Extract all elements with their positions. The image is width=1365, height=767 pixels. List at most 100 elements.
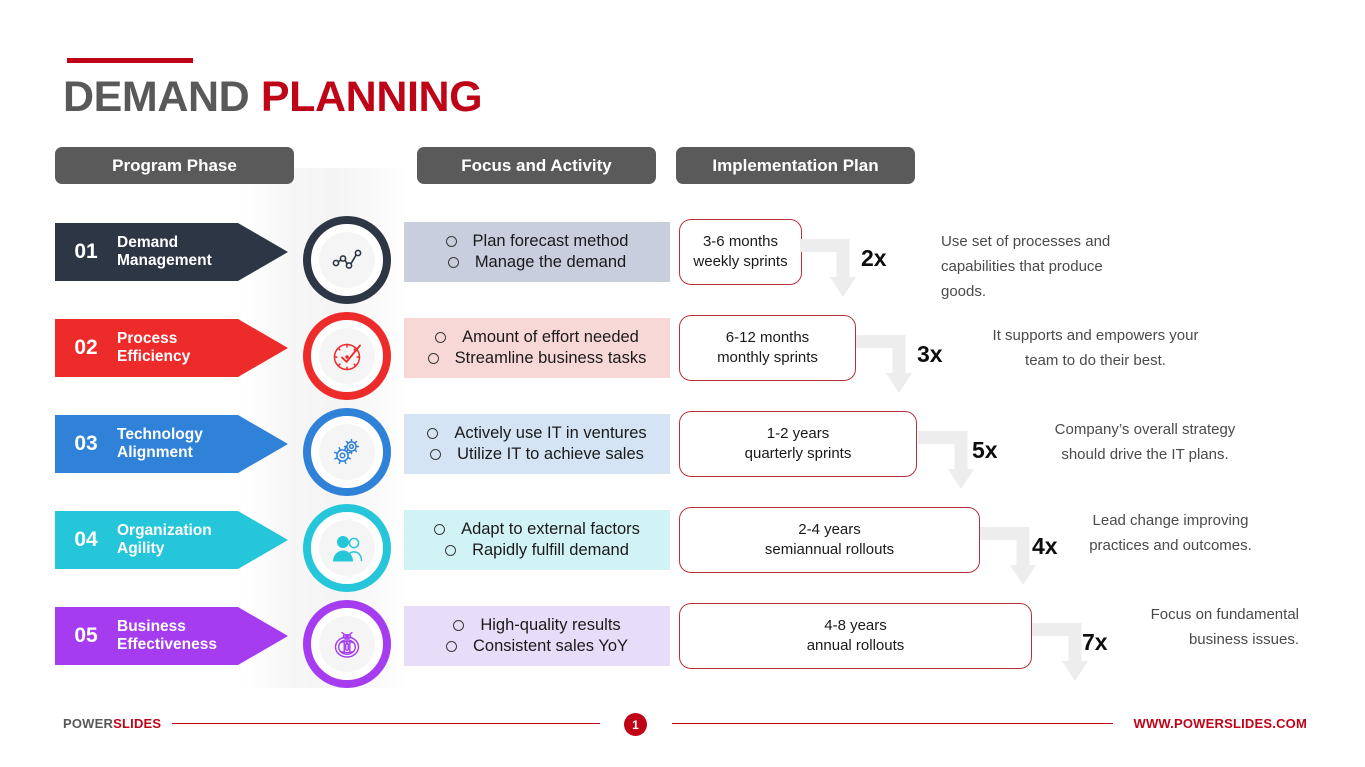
flow-elbow-arrow-icon (856, 335, 918, 393)
stopwatch-badge-icon-ring[interactable] (303, 600, 391, 688)
flow-elbow-arrow-icon (800, 239, 862, 297)
phase-number: 05 (74, 624, 98, 647)
phase-row: 04 Organization Agility Adapt to externa… (0, 493, 1365, 592)
multiplier-value: 3x (917, 341, 943, 367)
focus-bullet-item: Utilize IT to achieve sales (430, 445, 644, 464)
footer-logo: POWERSLIDES (63, 716, 161, 731)
gears-icon (319, 424, 375, 480)
focus-activity-box: Amount of effort needed Streamline busin… (404, 318, 670, 378)
bullet-circle-icon (453, 620, 465, 631)
phase-chevron-03[interactable]: 03 Technology Alignment (55, 415, 288, 473)
implementation-duration: 1-2 years (766, 425, 830, 442)
focus-bullet-item: Streamline business tasks (427, 349, 647, 368)
bullet-circle-icon (435, 332, 447, 343)
phase-label-line2: Agility (117, 540, 165, 557)
focus-bullet-item: Manage the demand (447, 253, 627, 272)
phase-chevron-05[interactable]: 05 Business Effectiveness (55, 607, 288, 665)
focus-bullet-item: Actively use IT in ventures (427, 424, 647, 443)
column-header-focus-activity: Focus and Activity (417, 147, 656, 184)
line-chart-icon-ring[interactable] (303, 216, 391, 304)
focus-bullet-label: Consistent sales YoY (472, 637, 629, 655)
multiplier-value: 7x (1082, 629, 1108, 655)
phase-label-line1: Process (117, 330, 178, 347)
focus-bullet-item: Adapt to external factors (434, 520, 640, 539)
phase-label-line1: Organization (117, 522, 212, 539)
focus-bullet-label: Amount of effort needed (462, 328, 639, 346)
focus-bullet-label: Actively use IT in ventures (454, 424, 647, 442)
gears-icon-ring[interactable] (303, 408, 391, 496)
bullet-circle-icon (434, 524, 446, 535)
focus-bullet-label: Utilize IT to achieve sales (457, 445, 644, 463)
phase-note: Focus on fundamental business issues. (1150, 606, 1299, 648)
footer-rule-left (172, 723, 600, 725)
focus-bullet-item: High-quality results (453, 616, 621, 635)
phase-number: 01 (74, 240, 98, 263)
column-header-implementation-plan: Implementation Plan (676, 147, 915, 184)
phase-number: 02 (74, 336, 98, 359)
footer-logo-part2: SLIDES (113, 716, 162, 731)
phase-row: 05 Business Effectiveness High-quality r… (0, 589, 1365, 688)
bullet-circle-icon (445, 236, 457, 247)
stopwatch-badge-icon (319, 616, 375, 672)
phase-label-line2: Alignment (117, 444, 193, 461)
implementation-plan-box[interactable]: 1-2 years quarterly sprints (679, 411, 917, 477)
flow-elbow-arrow-icon (918, 431, 980, 489)
title-accent-rule (67, 58, 193, 63)
bullet-circle-icon (445, 545, 457, 556)
people-icon (319, 520, 375, 576)
implementation-plan-box[interactable]: 3-6 months weekly sprints (679, 219, 802, 285)
bullet-circle-icon (427, 353, 439, 364)
line-chart-icon (319, 232, 375, 288)
column-header-implementation-plan-label: Implementation Plan (712, 155, 879, 175)
focus-bullet-label: Manage the demand (474, 253, 627, 271)
implementation-cadence: monthly sprints (717, 349, 818, 366)
multiplier-value: 4x (1032, 533, 1058, 559)
footer-rule-right (672, 723, 1113, 725)
focus-bullet-item: Amount of effort needed (435, 328, 639, 347)
focus-bullet-item: Plan forecast method (445, 232, 629, 251)
phase-label: Demand Management (117, 234, 212, 270)
phase-row: 01 Demand Management Plan forecast metho… (0, 205, 1365, 304)
bullet-circle-icon (427, 428, 439, 439)
focus-bullet-item: Rapidly fulfill demand (445, 541, 629, 560)
speedometer-check-icon-ring[interactable] (303, 312, 391, 400)
column-header-program-phase-label: Program Phase (112, 155, 237, 175)
phase-chevron-01[interactable]: 01 Demand Management (55, 223, 288, 281)
phase-label-line1: Demand (117, 234, 179, 251)
focus-bullet-label: Adapt to external factors (461, 520, 640, 538)
phase-row: 03 Technology Alignment Actively use IT … (0, 397, 1365, 496)
phase-number: 04 (74, 528, 98, 551)
phase-label-line1: Technology (117, 426, 203, 443)
implementation-duration: 6-12 months (725, 329, 810, 346)
bullet-circle-icon (447, 257, 459, 268)
implementation-plan-box[interactable]: 6-12 months monthly sprints (679, 315, 856, 381)
implementation-cadence: semiannual rollouts (764, 541, 895, 558)
focus-activity-box: Actively use IT in ventures Utilize IT t… (404, 414, 670, 474)
implementation-cadence: weekly sprints (693, 253, 788, 270)
footer-url: WWW.POWERSLIDES.COM (1133, 716, 1307, 731)
implementation-duration: 3-6 months (702, 233, 779, 250)
phase-row: 02 Process Efficiency Amount of effort n… (0, 301, 1365, 400)
focus-bullet-label: Streamline business tasks (454, 349, 647, 367)
focus-bullet-label: High-quality results (480, 616, 621, 634)
phase-note: It supports and empowers your team to do… (992, 327, 1199, 369)
focus-bullet-item: Consistent sales YoY (445, 637, 629, 656)
phase-label: Business Effectiveness (117, 618, 217, 654)
footer-page-badge: 1 (624, 713, 647, 736)
multiplier-value: 5x (972, 437, 998, 463)
phase-label: Process Efficiency (117, 330, 190, 366)
bullet-circle-icon (430, 449, 442, 460)
phase-chevron-04[interactable]: 04 Organization Agility (55, 511, 288, 569)
implementation-plan-box[interactable]: 2-4 years semiannual rollouts (679, 507, 980, 573)
implementation-cadence: quarterly sprints (744, 445, 852, 462)
column-header-program-phase: Program Phase (55, 147, 294, 184)
people-icon-ring[interactable] (303, 504, 391, 592)
focus-activity-box: Adapt to external factors Rapidly fulfil… (404, 510, 670, 570)
implementation-cadence: annual rollouts (806, 637, 905, 654)
phase-label-line2: Effectiveness (117, 636, 217, 653)
bullet-circle-icon (445, 641, 457, 652)
phase-note: Company’s overall strategy should drive … (1054, 421, 1236, 463)
implementation-plan-box[interactable]: 4-8 years annual rollouts (679, 603, 1032, 669)
focus-bullet-label: Plan forecast method (472, 232, 629, 250)
phase-chevron-02[interactable]: 02 Process Efficiency (55, 319, 288, 377)
